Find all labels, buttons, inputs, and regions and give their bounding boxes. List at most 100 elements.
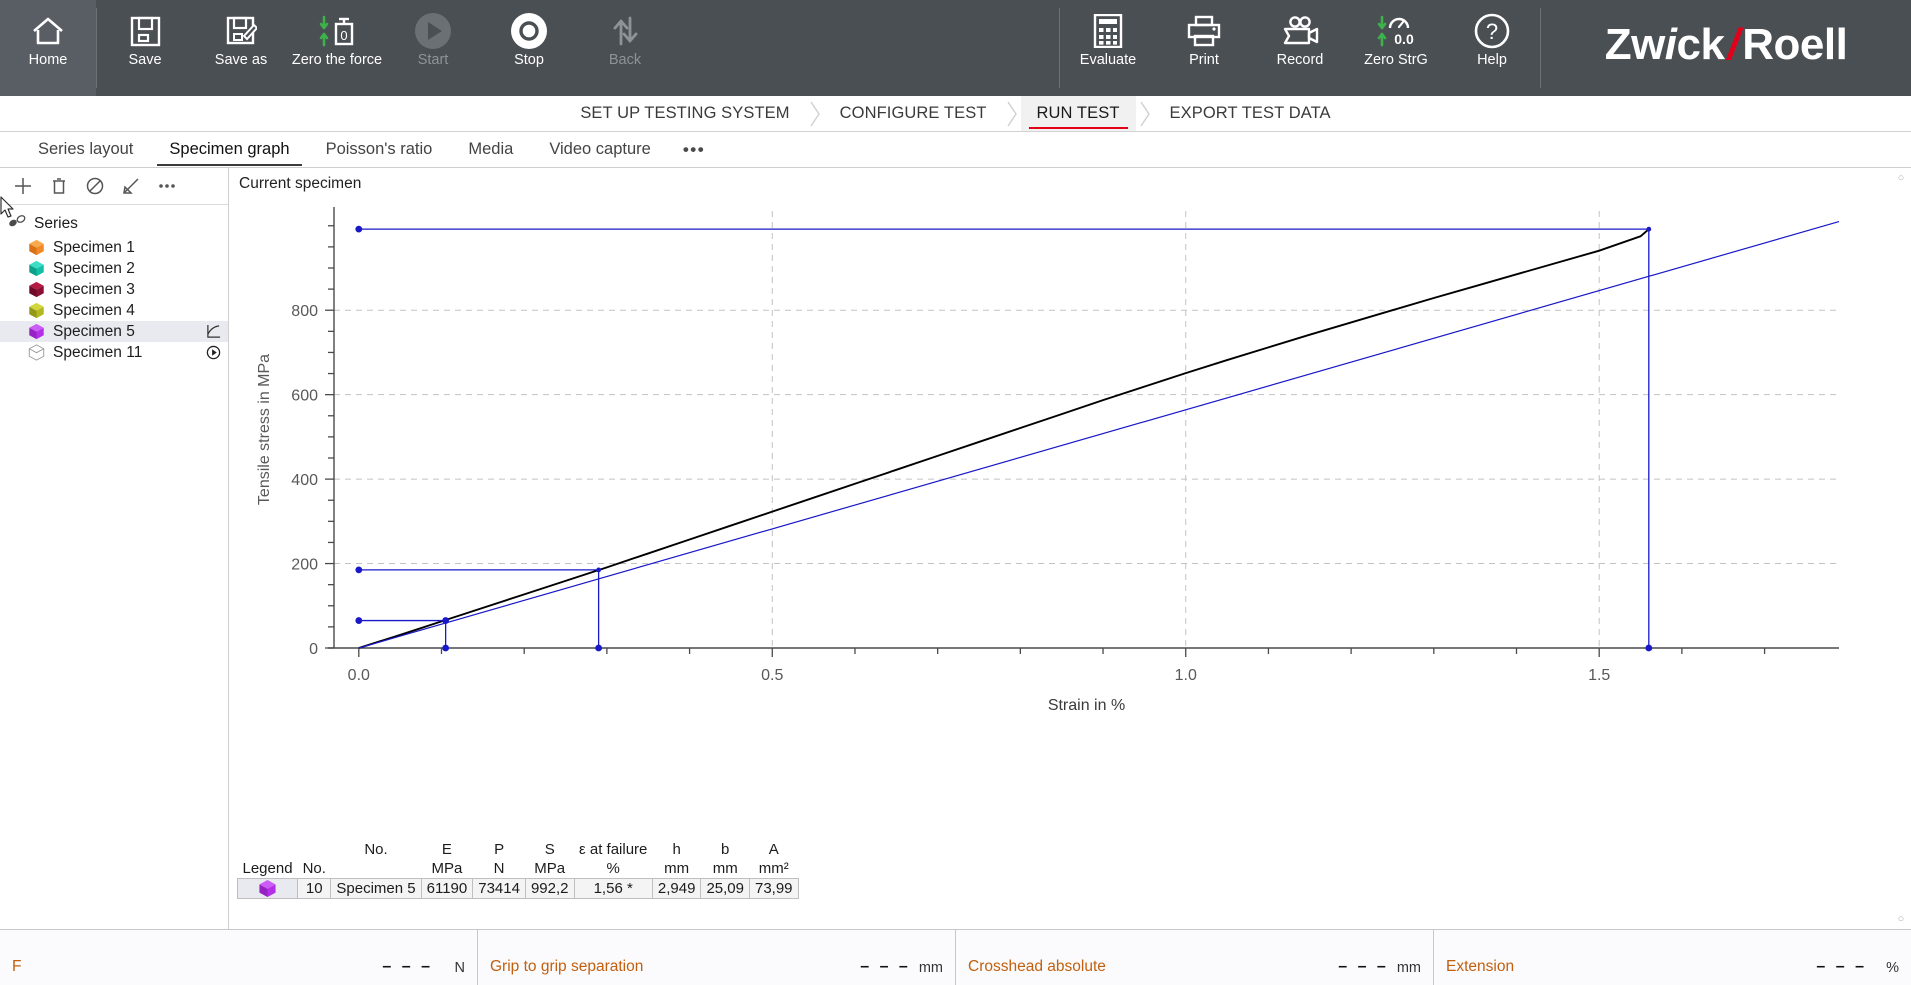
status-cell-crosshead-absolute[interactable]: Crosshead absolute – – – mm xyxy=(956,930,1434,985)
status-label-crosshead-absolute: Crosshead absolute xyxy=(968,958,1106,976)
zwick-roell-logo: Zwick/Roell xyxy=(1541,0,1911,96)
series-more-icon[interactable] xyxy=(152,172,182,200)
chevron-right-icon-2 xyxy=(1003,96,1021,131)
legend-thead: No. E P S ε at failure h b A Legend No. … xyxy=(238,840,799,878)
stop-icon xyxy=(481,9,577,53)
floppy-icon xyxy=(97,9,193,53)
chart-canvas[interactable]: 02004006008000.00.51.01.5Strain in %Tens… xyxy=(229,193,1911,834)
tree-root-series[interactable]: Series xyxy=(0,211,228,237)
tab-bar: Series layout Specimen graph Poisson's r… xyxy=(0,132,1911,168)
save-as-button[interactable]: Save as xyxy=(193,0,289,96)
play-icon xyxy=(385,9,481,53)
zero-force-button[interactable]: 0 Zero the force xyxy=(289,0,385,96)
status-cell-force[interactable]: F – – – N xyxy=(0,930,478,985)
evaluate-label: Evaluate xyxy=(1080,53,1136,69)
svg-text:?: ? xyxy=(1486,19,1498,44)
breadcrumb-list: SET UP TESTING SYSTEM CONFIGURE TEST RUN… xyxy=(564,96,1346,131)
sidebar-item-specimen-5[interactable]: Specimen 5 xyxy=(0,321,228,342)
status-bar: F – – – N Grip to grip separation – – – … xyxy=(0,929,1911,985)
save-as-label: Save as xyxy=(215,53,267,69)
legend-area: ○ No. E P S ε at failure h b A xyxy=(229,834,1911,929)
cell-s: 992,2 xyxy=(525,878,574,898)
record-button[interactable]: Record xyxy=(1252,0,1348,96)
specimen-graph-panel: Current specimen ○ 02004006008000.00.51.… xyxy=(229,168,1911,929)
brand-part-2: i xyxy=(1665,20,1677,70)
ribbon-group-file: Home xyxy=(0,0,97,96)
stop-label: Stop xyxy=(514,53,544,69)
sidebar-item-specimen-1[interactable]: Specimen 1 xyxy=(0,237,228,258)
status-value-crosshead-absolute: – – – xyxy=(1338,958,1397,976)
sidebar-item-specimen-2[interactable]: Specimen 2 xyxy=(0,258,228,279)
chevron-right-icon-3 xyxy=(1136,96,1154,131)
legend-hdr-top-no1 xyxy=(298,840,331,859)
table-row[interactable]: 10 Specimen 5 61190 73414 992,2 1,56 * 2… xyxy=(238,878,799,898)
svg-text:800: 800 xyxy=(291,303,318,320)
breadcrumb-configure-test[interactable]: CONFIGURE TEST xyxy=(824,96,1003,131)
print-button[interactable]: Print xyxy=(1156,0,1252,96)
legend-hdr-h-unit: mm xyxy=(652,859,701,878)
panel-collapse-icon[interactable]: ○ xyxy=(1895,172,1907,184)
legend-hdr-top-legend xyxy=(238,840,298,859)
svg-text:0.0: 0.0 xyxy=(348,667,370,684)
start-button[interactable]: Start xyxy=(385,0,481,96)
save-button[interactable]: Save xyxy=(97,0,193,96)
tab-overflow-icon[interactable]: ••• xyxy=(669,132,719,167)
cube-icon xyxy=(28,239,45,256)
brand-part-4: Roell xyxy=(1742,20,1847,70)
legend-header-row-bottom: Legend No. MPa N MPa % mm mm mm² xyxy=(238,859,799,878)
tab-media[interactable]: Media xyxy=(450,132,531,167)
status-label-force: F xyxy=(12,958,21,976)
block-icon[interactable] xyxy=(80,172,110,200)
brand-part-3: ck xyxy=(1677,20,1725,70)
curve-icon[interactable] xyxy=(204,324,222,339)
running-icon[interactable] xyxy=(204,345,222,360)
ribbon-spacer xyxy=(673,0,1059,96)
status-unit-force: N xyxy=(441,960,465,976)
sidebar-item-specimen-4[interactable]: Specimen 4 xyxy=(0,300,228,321)
edit-icon[interactable] xyxy=(116,172,146,200)
chart-panel-title: Current specimen xyxy=(229,168,1911,193)
legend-hdr-top-b: b xyxy=(701,840,750,859)
status-cell-extension[interactable]: Extension – – – % xyxy=(1434,930,1911,985)
zero-strain-label: Zero StrG xyxy=(1364,53,1428,69)
legend-hdr-p-unit: N xyxy=(473,859,526,878)
delete-icon[interactable] xyxy=(44,172,74,200)
home-button[interactable]: Home xyxy=(0,0,96,96)
legend-hdr-top-s: S xyxy=(525,840,574,859)
cell-b: 25,09 xyxy=(701,878,750,898)
breadcrumb-run-test[interactable]: RUN TEST xyxy=(1021,96,1136,131)
zero-strain-button[interactable]: 0.0 Zero StrG xyxy=(1348,0,1444,96)
sidebar-item-label: Specimen 3 xyxy=(53,281,196,299)
legend-hdr-e-unit: MPa xyxy=(421,859,473,878)
cube-icon xyxy=(28,281,45,298)
top-ribbon: Home Save Save as 0 Zero the force xyxy=(0,0,1911,96)
help-label: Help xyxy=(1477,53,1507,69)
cell-name: Specimen 5 xyxy=(331,878,421,898)
legend-hdr-s-unit: MPa xyxy=(525,859,574,878)
zero-force-label: Zero the force xyxy=(292,53,382,69)
breadcrumb-set-up-testing-system[interactable]: SET UP TESTING SYSTEM xyxy=(564,96,805,131)
sidebar-item-specimen-3[interactable]: Specimen 3 xyxy=(0,279,228,300)
breadcrumb-export-test-data[interactable]: EXPORT TEST DATA xyxy=(1154,96,1347,131)
tab-series-layout[interactable]: Series layout xyxy=(20,132,151,167)
legend-hdr-name xyxy=(331,859,421,878)
stop-button[interactable]: Stop xyxy=(481,0,577,96)
legend-collapse-icon[interactable]: ○ xyxy=(1895,913,1907,925)
svg-text:0: 0 xyxy=(340,28,347,43)
stress-strain-plot[interactable]: 02004006008000.00.51.01.5Strain in %Tens… xyxy=(229,193,1909,733)
cell-p: 73414 xyxy=(473,878,526,898)
status-cell-grip-separation[interactable]: Grip to grip separation – – – mm xyxy=(478,930,956,985)
calculator-icon xyxy=(1060,9,1156,53)
svg-text:400: 400 xyxy=(291,472,318,489)
home-icon xyxy=(0,9,96,53)
tab-poissons-ratio[interactable]: Poisson's ratio xyxy=(308,132,451,167)
zero-strain-icon: 0.0 xyxy=(1348,9,1444,53)
back-button[interactable]: Back xyxy=(577,0,673,96)
sidebar-item-specimen-11[interactable]: Specimen 11 xyxy=(0,342,228,363)
help-button[interactable]: ? Help xyxy=(1444,0,1540,96)
cube-icon xyxy=(258,879,277,896)
evaluate-button[interactable]: Evaluate xyxy=(1060,0,1156,96)
legend-tbody: 10 Specimen 5 61190 73414 992,2 1,56 * 2… xyxy=(238,878,799,898)
tab-video-capture[interactable]: Video capture xyxy=(531,132,669,167)
tab-specimen-graph[interactable]: Specimen graph xyxy=(151,132,307,167)
